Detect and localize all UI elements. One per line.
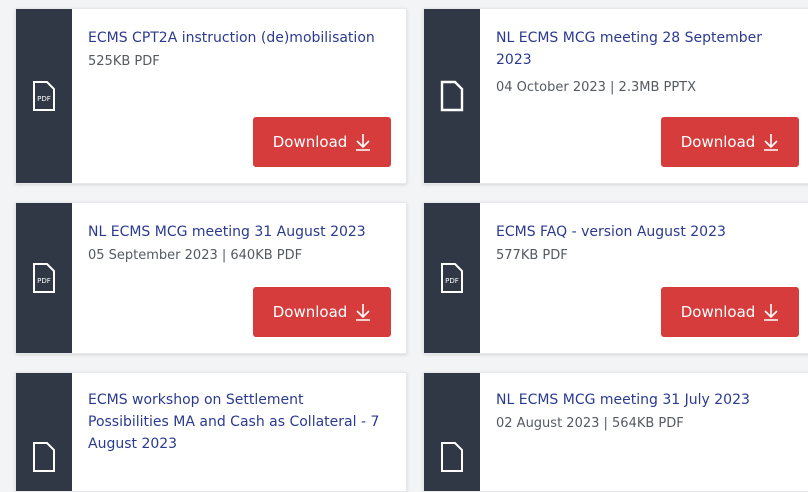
- download-button-label: Download: [680, 133, 756, 151]
- file-icon: [440, 80, 464, 112]
- download-card: ECMS workshop on Settlement Possibilitie…: [15, 372, 407, 492]
- file-type-strip: PDF: [424, 203, 480, 353]
- file-type-strip: [424, 9, 480, 183]
- download-card: NL ECMS MCG meeting 28 September 2023 04…: [423, 8, 808, 184]
- download-arrow-icon: [355, 133, 371, 151]
- file-type-strip: PDF: [16, 203, 72, 353]
- pdf-file-icon: PDF: [32, 80, 56, 112]
- document-meta: 05 September 2023 | 640KB PDF: [88, 248, 303, 263]
- svg-text:PDF: PDF: [37, 277, 51, 285]
- document-title-link[interactable]: ECMS workshop on Settlement Possibilitie…: [88, 389, 386, 455]
- download-arrow-icon: [763, 133, 779, 151]
- download-button-label: Download: [680, 303, 756, 321]
- pdf-file-icon: [32, 441, 56, 473]
- download-arrow-icon: [763, 303, 779, 321]
- download-button[interactable]: Download: [253, 287, 391, 337]
- download-button[interactable]: Download: [661, 117, 799, 167]
- document-meta: 02 August 2023 | 564KB PDF: [496, 416, 684, 431]
- download-arrow-icon: [355, 303, 371, 321]
- document-title-link[interactable]: ECMS FAQ - version August 2023: [496, 221, 802, 243]
- pdf-file-icon: PDF: [440, 262, 464, 294]
- download-button-label: Download: [272, 303, 348, 321]
- download-card: PDF ECMS CPT2A instruction (de)mobilisat…: [15, 8, 407, 184]
- document-title-link[interactable]: NL ECMS MCG meeting 31 August 2023: [88, 221, 394, 243]
- document-meta: 525KB PDF: [88, 54, 160, 69]
- download-card: PDF NL ECMS MCG meeting 31 August 2023 0…: [15, 202, 407, 354]
- document-meta: 04 October 2023 | 2.3MB PPTX: [496, 80, 697, 95]
- file-type-strip: PDF: [16, 9, 72, 183]
- download-card: NL ECMS MCG meeting 31 July 2023 02 Augu…: [423, 372, 808, 492]
- document-title-link[interactable]: NL ECMS MCG meeting 31 July 2023: [496, 389, 802, 411]
- svg-text:PDF: PDF: [445, 277, 459, 285]
- file-type-strip: [16, 373, 72, 491]
- download-button-label: Download: [272, 133, 348, 151]
- download-button[interactable]: Download: [661, 287, 799, 337]
- pdf-file-icon: [440, 441, 464, 473]
- document-meta: 577KB PDF: [496, 248, 568, 263]
- document-title-link[interactable]: NL ECMS MCG meeting 28 September 2023: [496, 27, 802, 71]
- svg-text:PDF: PDF: [37, 95, 51, 103]
- pdf-file-icon: PDF: [32, 262, 56, 294]
- download-button[interactable]: Download: [253, 117, 391, 167]
- file-type-strip: [424, 373, 480, 491]
- download-card: PDF ECMS FAQ - version August 2023 577KB…: [423, 202, 808, 354]
- document-title-link[interactable]: ECMS CPT2A instruction (de)mobilisation: [88, 27, 394, 49]
